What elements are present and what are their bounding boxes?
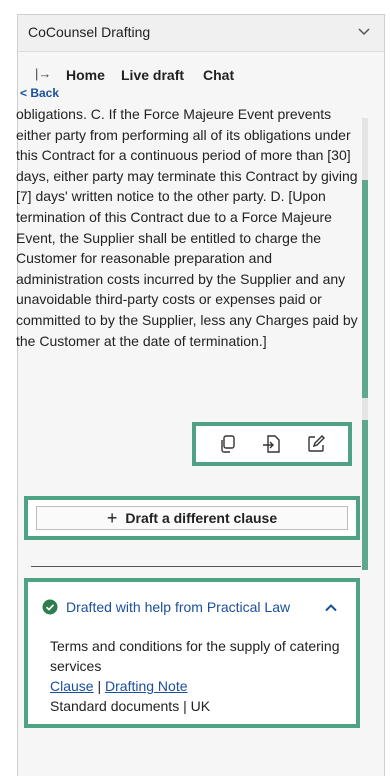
link-separator: | [93, 678, 106, 694]
drafting-note-link[interactable]: Drafting Note [105, 678, 187, 694]
check-circle-icon [42, 599, 58, 615]
clause-actions [192, 422, 352, 466]
tab-chat[interactable]: Chat [203, 67, 234, 83]
links-row: Clause | Drafting Note [50, 676, 340, 696]
chevron-up-icon[interactable] [324, 601, 338, 615]
draft-different-clause-container: + Draft a different clause [24, 496, 360, 540]
edit-icon[interactable] [305, 433, 327, 455]
tab-live-draft[interactable]: Live draft [121, 67, 184, 83]
app-title: CoCounsel Drafting [28, 24, 151, 40]
clause-text: obligations. C. If the Force Majeure Eve… [16, 106, 358, 349]
insert-icon[interactable] [261, 433, 283, 455]
plus-icon: + [106, 507, 118, 528]
scrollbar-segment [362, 180, 368, 398]
copy-icon[interactable] [217, 433, 239, 455]
document-meta: Standard documents | UK [50, 698, 211, 714]
clause-link[interactable]: Clause [50, 678, 94, 694]
tab-home[interactable]: Home [66, 67, 105, 83]
draft-different-clause-button[interactable]: + Draft a different clause [36, 506, 348, 530]
chevron-down-icon[interactable] [356, 23, 372, 39]
draft-button-label: Draft a different clause [125, 510, 278, 526]
nav-bar: |→ Home Live draft Chat [18, 52, 384, 98]
title-bar: CoCounsel Drafting [18, 15, 384, 52]
divider [31, 566, 361, 567]
info-body: Terms and conditions for the supply of c… [50, 636, 340, 716]
document-title: Terms and conditions for the supply of c… [50, 638, 340, 674]
back-link[interactable]: < Back [20, 86, 59, 100]
info-header[interactable]: Drafted with help from Practical Law [42, 598, 344, 618]
scrollbar-segment [362, 420, 368, 570]
scrollbar[interactable] [362, 118, 368, 570]
pane-toggle-icon[interactable]: |→ [35, 66, 51, 81]
info-title: Drafted with help from Practical Law [66, 599, 291, 615]
practical-law-info: Drafted with help from Practical Law Ter… [24, 578, 360, 728]
